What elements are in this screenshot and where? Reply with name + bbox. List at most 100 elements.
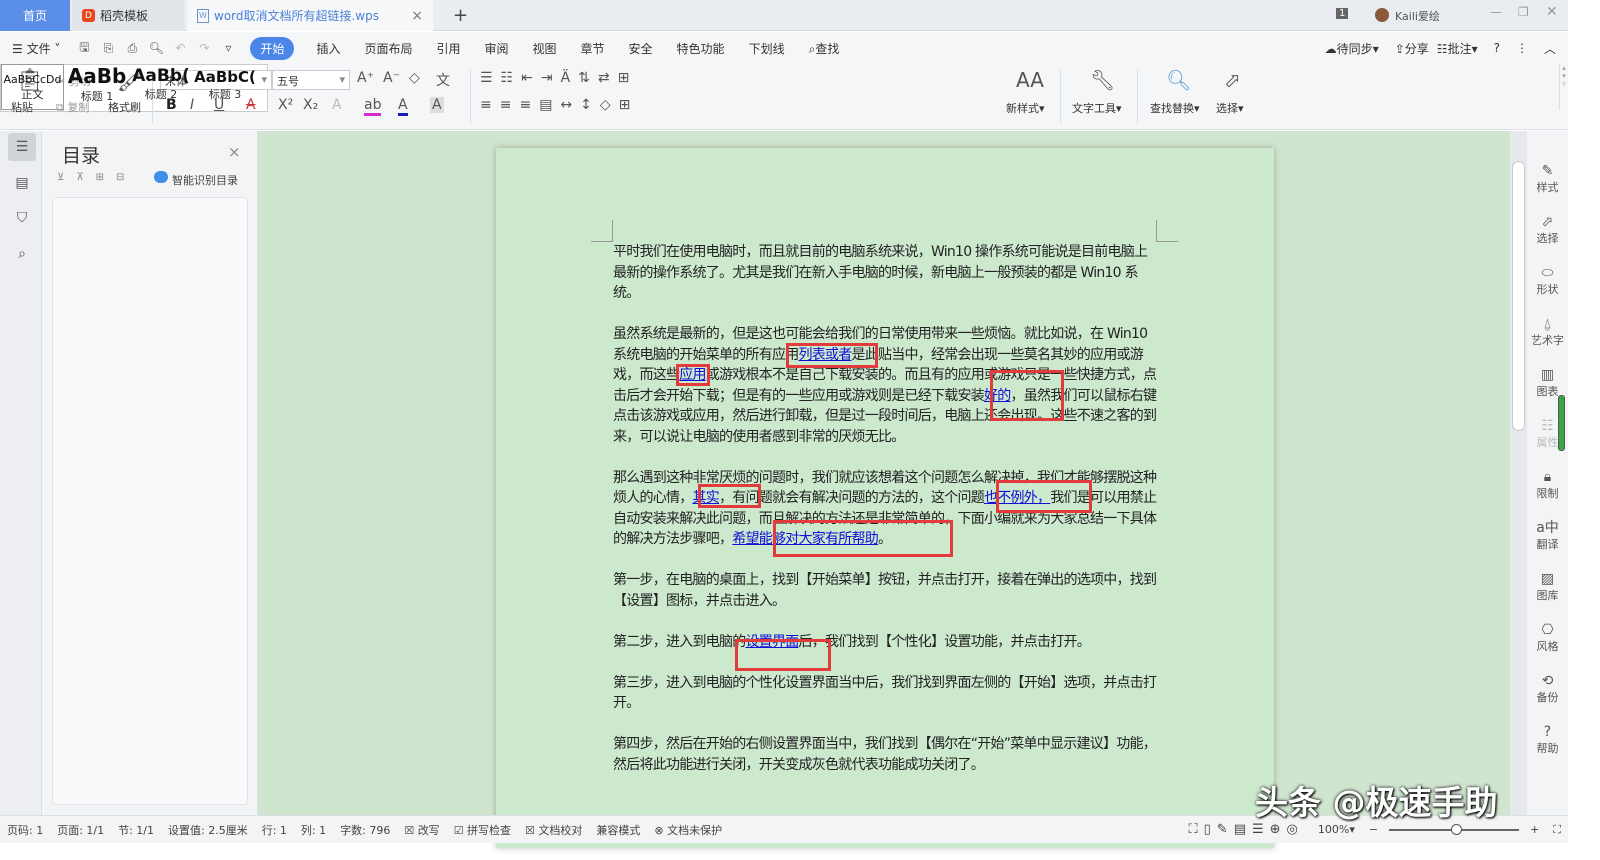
share-button[interactable]: ⇪分享 <box>1391 40 1433 57</box>
spell-check-toggle[interactable]: ☑ 拼写检查 <box>447 822 518 838</box>
proofread-toggle[interactable]: ☒ 文档校对 <box>518 822 589 838</box>
grow-font-icon[interactable]: A⁺ <box>357 70 374 86</box>
menu-tab-review[interactable]: 审阅 <box>472 40 520 57</box>
status-setting[interactable]: 设置值: 2.5厘米 <box>161 822 255 838</box>
tab-home[interactable]: 首页 <box>0 0 70 31</box>
scrollbar-thumb[interactable] <box>1512 161 1525 431</box>
menu-tab-underline[interactable]: 下划线 <box>737 40 797 57</box>
close-window-icon[interactable]: ✕ <box>1546 4 1558 20</box>
rightbar-help-button[interactable]: ? 帮助 <box>1527 724 1568 756</box>
customize-icon[interactable]: ▿ <box>216 41 240 55</box>
style-gallery-scroll[interactable]: ▴ ▾ ▿ <box>1559 64 1568 110</box>
toc-nav-icon[interactable]: ☰ <box>8 133 36 161</box>
redo-icon[interactable]: ↷ <box>192 41 216 55</box>
comment-button[interactable]: ☷批注▾ <box>1433 40 1482 57</box>
new-style-button[interactable]: 新样式▾ <box>1006 100 1045 116</box>
close-tab-icon[interactable]: × <box>411 8 423 24</box>
status-page[interactable]: 页码: 1 <box>0 822 50 838</box>
rightbar-style-button[interactable]: ✎ 样式 <box>1527 163 1568 195</box>
rightbar-gallery-button[interactable]: ▨ 图库 <box>1527 571 1568 603</box>
tab-document[interactable]: Wword取消文档所有超链接.wps × <box>187 0 433 31</box>
zoom-select[interactable]: 100%▾ <box>1311 823 1362 836</box>
collapse-ribbon-icon[interactable]: ︿ <box>1532 40 1568 57</box>
menu-tab-insert[interactable]: 插入 <box>304 40 352 57</box>
style-heading-1[interactable]: AaBb 标题 1 <box>66 64 128 110</box>
sync-button[interactable]: ☁待同步▾ <box>1313 40 1391 57</box>
rightbar-translate-button[interactable]: a中 翻译 <box>1527 520 1568 552</box>
status-pages[interactable]: 页面: 1/1 <box>50 822 111 838</box>
text-tools-button[interactable]: 文字工具▾ <box>1072 100 1122 116</box>
font-size-select[interactable]: 五号 ▾ <box>272 70 350 90</box>
minimize-icon[interactable]: — <box>1490 5 1502 19</box>
close-panel-icon[interactable]: × <box>228 143 241 161</box>
find-replace-button[interactable]: 查找替换▾ <box>1150 100 1200 116</box>
paragraph-tools-row1[interactable]: ☰☷⇤⇥Ä⇅⇄⊞ <box>480 70 637 86</box>
zoom-in-icon[interactable]: + <box>1523 823 1546 836</box>
phonetic-icon[interactable]: 文 <box>436 70 450 90</box>
menu-tab-security[interactable]: 安全 <box>617 40 665 57</box>
toc-expand-collapse-icons[interactable]: ⊻⊼⊞⊟ <box>57 172 136 183</box>
status-col[interactable]: 列: 1 <box>294 822 333 838</box>
rightbar-properties-button[interactable]: ☷ 属性 <box>1527 418 1568 450</box>
zoom-slider[interactable] <box>1389 823 1520 835</box>
file-menu[interactable]: ☰ 文件 ˅ <box>0 40 72 57</box>
style-heading-2[interactable]: AaBb(标题 2 <box>130 64 192 110</box>
subscript-icon[interactable]: X₂ <box>303 97 318 113</box>
menu-tab-layout[interactable]: 页面布局 <box>352 40 424 57</box>
menu-tab-references[interactable]: 引用 <box>424 40 472 57</box>
status-section[interactable]: 节: 1/1 <box>111 822 161 838</box>
document-body[interactable]: 平时我们在使用电脑时，而且就目前的电脑系统来说，Win10 操作系统可能说是目前… <box>613 242 1159 796</box>
select-button[interactable]: 选择▾ <box>1216 100 1244 116</box>
protect-status[interactable]: ⊗ 文档未保护 <box>647 822 729 838</box>
revise-toggle[interactable]: ☒ 改写 <box>397 822 446 838</box>
menu-tab-start[interactable]: 开始 <box>250 36 295 60</box>
smart-toc-button[interactable]: 智能识别目录 <box>172 172 238 188</box>
rightbar-wordart-button[interactable]: ⍙ 艺术字 <box>1527 316 1568 348</box>
char-shading-icon[interactable]: A <box>430 97 444 113</box>
right-task-pane: ✎ 样式 ⬀ 选择 ⬭ 形状 ⍙ 艺术字 ▥ 图表 ☷ 属性 🔒︎ 限制 a中 翻译 ▨ 图库 ⎔ 风格 ⟲ 备份 ? 帮助 <box>1527 131 1568 815</box>
menu-tab-features[interactable]: 特色功能 <box>665 40 737 57</box>
undo-icon[interactable]: ↶ <box>168 41 192 55</box>
text-effect-icon[interactable]: A <box>332 97 342 113</box>
print-icon[interactable]: ⎙ <box>120 41 144 56</box>
rightbar-select-button[interactable]: ⬀ 选择 <box>1527 214 1568 246</box>
print-preview-icon[interactable]: 🔍︎ <box>144 41 168 55</box>
menu-tab-section[interactable]: 章节 <box>569 40 617 57</box>
new-tab-button[interactable]: + <box>443 0 478 31</box>
highlight-icon[interactable]: ab <box>364 97 382 116</box>
rightbar-shape-button[interactable]: ⬭ 形状 <box>1527 265 1568 297</box>
zoom-slider-handle[interactable] <box>1451 823 1463 835</box>
shrink-font-icon[interactable]: A⁻ <box>383 70 400 86</box>
style-normal[interactable]: AaBbCcDd 正文 <box>1 64 64 110</box>
paragraph-tools-row2[interactable]: ≡≡≡▤↔↕◇⊞ <box>480 97 638 113</box>
compat-mode[interactable]: 兼容模式 <box>589 822 647 838</box>
export-icon[interactable]: ⎘ <box>96 41 120 56</box>
rightbar-theme-button[interactable]: ⎔ 风格 <box>1527 622 1568 654</box>
zoom-out-icon[interactable]: − <box>1362 823 1385 836</box>
outline-icon[interactable]: ▤ <box>8 169 36 197</box>
help-icon[interactable]: ? <box>1482 41 1512 55</box>
fullscreen-icon[interactable]: ⛶ <box>1546 823 1568 837</box>
status-words[interactable]: 字数: 796 <box>333 822 397 838</box>
user-name[interactable]: Kaili爱绘 <box>1395 8 1440 24</box>
style-heading-3[interactable]: AaBbC(标题 3 <box>194 64 256 110</box>
rightbar-chart-button[interactable]: ▥ 图表 <box>1527 367 1568 399</box>
view-mode-icons[interactable]: ⛶▯✎▤☰⊕◎ <box>1182 822 1311 837</box>
find-icon[interactable]: ⌕ <box>8 240 36 268</box>
find-button[interactable]: ⌕查找 <box>797 40 852 57</box>
tab-templates[interactable]: D 稻壳模板 <box>72 0 184 31</box>
more-icon[interactable]: ⋮ <box>1512 41 1532 55</box>
document-page[interactable]: 平时我们在使用电脑时，而且就目前的电脑系统来说，Win10 操作系统可能说是目前… <box>496 148 1274 848</box>
clear-format-icon[interactable]: ◇ <box>409 70 420 86</box>
rightbar-restrict-button[interactable]: 🔒︎ 限制 <box>1527 469 1568 501</box>
vertical-scrollbar[interactable] <box>1510 131 1527 815</box>
font-color-icon[interactable]: A <box>398 97 408 116</box>
status-row[interactable]: 行: 1 <box>255 822 294 838</box>
avatar[interactable] <box>1375 8 1389 22</box>
restore-icon[interactable]: ❐ <box>1518 5 1529 19</box>
superscript-icon[interactable]: X² <box>278 97 293 113</box>
save-icon[interactable]: 🖫 <box>72 38 96 59</box>
menu-tab-view[interactable]: 视图 <box>521 40 569 57</box>
bookmark-icon[interactable]: ⛉ <box>8 204 36 232</box>
rightbar-backup-button[interactable]: ⟲ 备份 <box>1527 673 1568 705</box>
